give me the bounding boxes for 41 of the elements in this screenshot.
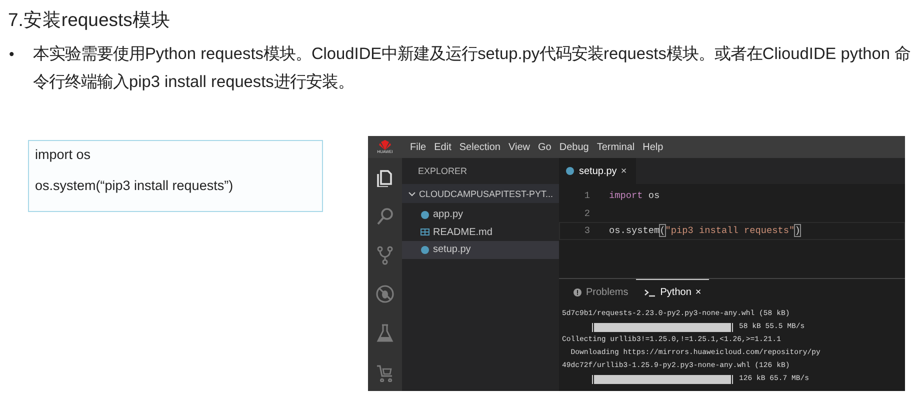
menu-item[interactable]: Selection <box>459 142 500 152</box>
search-icon[interactable] <box>375 206 395 226</box>
bug-icon[interactable] <box>375 284 395 304</box>
line-number: 3 <box>583 225 591 236</box>
python-file-icon <box>420 244 430 255</box>
bullet-text: 本实验需要使用Python requests模块。CloudIDE中新建及运行setup.py代码安装requests模块。或者在ClioudIDE python 命令行终端输入pip3 install requests进行安装。 <box>33 44 912 93</box>
menu-item[interactable]: Terminal <box>596 142 635 152</box>
explorer-entry[interactable]: app.py <box>402 206 559 224</box>
branch-icon[interactable] <box>375 244 395 265</box>
line-number: 2 <box>583 208 591 219</box>
code-line: os.system("pip3 install requests") <box>609 225 800 236</box>
menu-item[interactable]: View <box>508 142 530 152</box>
menu-item[interactable]: Go <box>538 142 552 152</box>
python-file-icon <box>420 210 430 220</box>
chevron-icon <box>408 190 416 198</box>
close-icon[interactable]: × <box>695 287 702 298</box>
explorer-entry[interactable]: setup.py <box>402 241 559 258</box>
menu-item[interactable]: Debug <box>559 142 589 152</box>
menu-item[interactable]: Help <box>642 142 664 152</box>
bullet-marker: • <box>9 46 16 65</box>
menu-item[interactable]: Edit <box>434 142 452 152</box>
folder-row[interactable]: CLOUDCAMPUSAPITEST-PYT... <box>402 184 559 203</box>
code-line: import os <box>35 147 92 162</box>
explorer-title: EXPLORER <box>417 165 468 178</box>
code-line: os.system(“pip3 install requests”) <box>35 178 234 193</box>
panel-tab[interactable]: Problems <box>565 278 636 306</box>
section-heading: 7.安装requests模块 <box>7 8 172 32</box>
close-icon[interactable]: × <box>620 166 627 176</box>
editor-tab[interactable]: setup.py × <box>559 158 636 184</box>
info-icon <box>573 288 582 297</box>
panel-tab[interactable]: Python × <box>636 278 710 306</box>
line-number: 1 <box>583 190 591 202</box>
code-line: import os <box>609 190 660 202</box>
menu-item[interactable]: File <box>410 142 426 152</box>
terminal-icon <box>644 288 656 297</box>
python-file-icon <box>565 166 575 176</box>
files-icon[interactable] <box>375 167 395 188</box>
explorer-entry[interactable]: README.md <box>402 224 559 241</box>
flask-icon[interactable] <box>375 322 395 343</box>
logo-icon <box>378 140 392 150</box>
grid-file-icon <box>420 227 430 238</box>
